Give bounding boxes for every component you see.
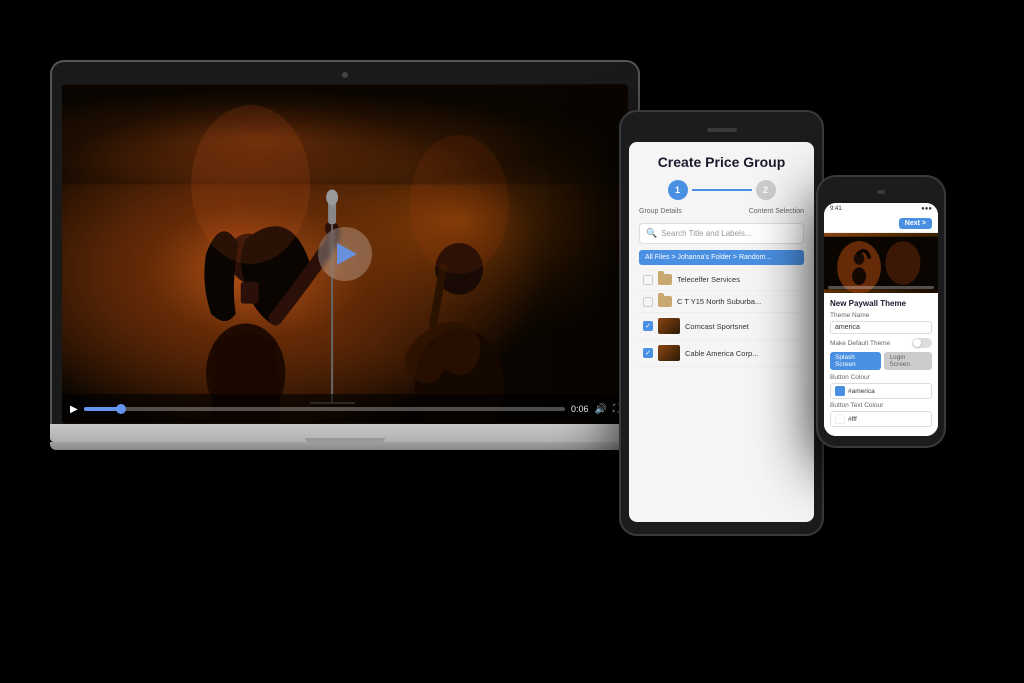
- file-row-3[interactable]: ✓ Comcast Sportsnet: [639, 313, 804, 340]
- screen-tabs: Splash Screen Login Screen: [830, 352, 932, 370]
- play-icon: [337, 243, 357, 265]
- step-labels: Group Details Content Selection: [639, 208, 804, 215]
- step-1-circle: 1: [668, 180, 688, 200]
- folder-icon-1: [658, 274, 672, 285]
- file-name-3: Comcast Sportsnet: [685, 322, 800, 331]
- video-controls-bar: ▶ 0:06 🔊 ⛶: [62, 394, 628, 424]
- button-color-swatch: [835, 386, 845, 396]
- tablet-title: Create Price Group: [639, 154, 804, 170]
- file-row-1[interactable]: Telecelfer Services: [639, 269, 804, 291]
- video-thumb-4: [658, 345, 680, 361]
- checkbox-1[interactable]: [643, 275, 653, 285]
- phone-status-bar: 9:41 ●●●: [824, 203, 938, 215]
- file-name-2: C T Y15 North Suburba...: [677, 297, 800, 306]
- login-screen-tab[interactable]: Login Screen: [884, 352, 932, 370]
- tablet-device: Create Price Group 1 2 Group Details Con…: [619, 110, 824, 536]
- splash-screen-tab[interactable]: Splash Screen: [830, 352, 881, 370]
- progress-dot: [116, 404, 126, 414]
- play-button[interactable]: [318, 227, 372, 281]
- laptop-screen-outer: ▶ 0:06 🔊 ⛶: [50, 60, 640, 424]
- phone-time: 9:41: [830, 206, 842, 212]
- checkbox-2[interactable]: [643, 297, 653, 307]
- step-2-label: Content Selection: [749, 208, 804, 215]
- volume-icon[interactable]: 🔊: [595, 404, 607, 415]
- next-button[interactable]: Next >: [899, 218, 932, 229]
- button-color-input[interactable]: #america: [830, 383, 932, 399]
- phone-notch: [861, 189, 901, 195]
- phone-video-thumbnail: [824, 233, 938, 293]
- phone-screen: 9:41 ●●● Next >: [824, 203, 938, 436]
- laptop-camera: [342, 72, 348, 78]
- tablet-screen: Create Price Group 1 2 Group Details Con…: [629, 142, 814, 522]
- folder-icon-2: [658, 296, 672, 307]
- step-line: [692, 189, 752, 191]
- toggle-knob: [913, 339, 921, 347]
- phone-paywall-section: New Paywall Theme Theme Name america Mak…: [824, 293, 938, 436]
- make-default-row: Make Default Theme: [830, 338, 932, 348]
- video-thumb-3: [658, 318, 680, 334]
- laptop-base: [50, 424, 640, 442]
- button-text-color-label: Button Text Colour: [830, 402, 932, 409]
- checkbox-4[interactable]: ✓: [643, 348, 653, 358]
- phone-video-svg: [824, 233, 938, 293]
- theme-name-input[interactable]: america: [830, 321, 932, 334]
- laptop-device: ▶ 0:06 🔊 ⛶: [50, 60, 640, 450]
- phone-header: Next >: [824, 215, 938, 233]
- file-row-4[interactable]: ✓ Cable America Corp...: [639, 340, 804, 367]
- make-default-toggle[interactable]: [912, 338, 932, 348]
- button-text-color-swatch: [835, 414, 845, 424]
- search-icon: 🔍: [646, 228, 657, 239]
- button-text-color-input[interactable]: #fff: [830, 411, 932, 427]
- control-play-icon[interactable]: ▶: [70, 404, 78, 415]
- breadcrumb-text: All Files > Johanna's Folder > Random...: [645, 254, 771, 261]
- progress-fill: [84, 407, 123, 411]
- laptop-bottom: [50, 442, 640, 450]
- main-scene: ▶ 0:06 🔊 ⛶: [0, 0, 1024, 683]
- breadcrumb-row[interactable]: All Files > Johanna's Folder > Random...: [639, 250, 804, 265]
- phone-signal: ●●●: [921, 206, 932, 212]
- checkbox-3[interactable]: ✓: [643, 321, 653, 331]
- progress-stepper: 1 2: [639, 180, 804, 200]
- progress-bar[interactable]: [84, 407, 565, 411]
- time-display: 0:06: [571, 404, 589, 414]
- laptop-screen: ▶ 0:06 🔊 ⛶: [62, 84, 628, 424]
- search-box[interactable]: 🔍 Search Title and Labels...: [639, 223, 804, 244]
- file-name-1: Telecelfer Services: [677, 275, 800, 284]
- button-color-label: Button Colour: [830, 374, 932, 381]
- file-row-2[interactable]: C T Y15 North Suburba...: [639, 291, 804, 313]
- button-color-value: #america: [848, 388, 875, 395]
- tablet-content: Create Price Group 1 2 Group Details Con…: [629, 142, 814, 379]
- button-text-color-value: #fff: [848, 416, 857, 423]
- phone-device: 9:41 ●●● Next >: [816, 175, 946, 448]
- step-2-circle: 2: [756, 180, 776, 200]
- phone-video-overlay: [828, 286, 934, 289]
- make-default-label: Make Default Theme: [830, 340, 890, 347]
- step-1-label: Group Details: [639, 208, 682, 215]
- file-name-4: Cable America Corp...: [685, 349, 800, 358]
- phone-section-title: New Paywall Theme: [830, 299, 932, 308]
- theme-name-label: Theme Name: [830, 312, 932, 319]
- search-placeholder-text: Search Title and Labels...: [661, 229, 751, 238]
- tablet-camera: [707, 128, 737, 132]
- concert-background: ▶ 0:06 🔊 ⛶: [62, 84, 628, 424]
